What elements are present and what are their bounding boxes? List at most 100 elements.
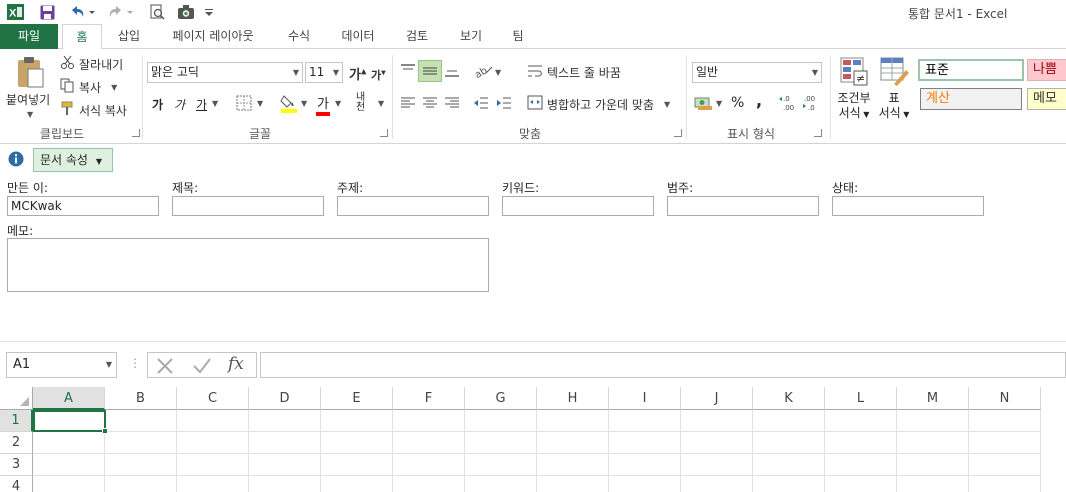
column-header[interactable]: L [825, 387, 897, 410]
decrease-decimal-icon[interactable]: .00.0 [802, 93, 822, 114]
subject-field[interactable] [337, 196, 489, 216]
tab-insert[interactable]: 삽입 [106, 24, 152, 49]
column-header[interactable]: F [393, 387, 465, 410]
grid-cell[interactable] [465, 432, 537, 454]
borders-dropdown-icon[interactable]: ▼ [257, 99, 263, 108]
shrink-font-icon[interactable]: 가▼ [371, 67, 386, 83]
grid-cell[interactable] [465, 410, 537, 432]
column-header[interactable]: N [969, 387, 1041, 410]
grid-cell[interactable] [681, 410, 753, 432]
tab-team[interactable]: 팀 [500, 24, 536, 49]
format-as-table-icon[interactable] [880, 57, 910, 90]
grid-cell[interactable] [609, 476, 681, 492]
customize-icon[interactable] [203, 3, 215, 21]
grid-cell[interactable] [465, 454, 537, 476]
column-header[interactable]: E [321, 387, 393, 410]
grid-cell[interactable] [321, 410, 393, 432]
title-field[interactable] [172, 196, 324, 216]
format-as-table-button[interactable]: 표 서식 ▼ [876, 91, 912, 122]
grid-cell[interactable] [105, 410, 177, 432]
tab-review[interactable]: 검토 [394, 24, 440, 49]
active-cell-selection[interactable] [33, 410, 108, 434]
grid-cell[interactable] [897, 476, 969, 492]
grid-cell[interactable] [393, 476, 465, 492]
fill-handle[interactable] [102, 428, 108, 434]
wrap-text-button[interactable]: 텍스트 줄 바꿈 [527, 63, 621, 81]
fill-color-icon[interactable] [280, 93, 298, 116]
underline-dropdown-icon[interactable]: ▼ [212, 99, 218, 108]
style-bad[interactable]: 나쁨 [1027, 59, 1066, 81]
align-right-icon[interactable] [444, 96, 460, 113]
cut-button[interactable]: 잘라내기 [60, 55, 123, 73]
grid-cell[interactable] [321, 476, 393, 492]
column-header[interactable]: J [681, 387, 753, 410]
grid-cell[interactable] [33, 476, 105, 492]
underline-button[interactable]: 가 [196, 96, 207, 113]
grid-cell[interactable] [177, 476, 249, 492]
enter-check-icon[interactable] [192, 357, 212, 378]
grid-cell[interactable] [681, 454, 753, 476]
align-middle-icon[interactable] [418, 60, 442, 82]
italic-button[interactable]: 가 [174, 96, 185, 113]
paste-button[interactable]: 붙여넣기 [6, 91, 50, 108]
tab-file[interactable]: 파일 [0, 24, 58, 49]
formula-bar-splitter-icon[interactable]: ⋮ [129, 356, 141, 370]
tab-home[interactable]: 홈 [62, 24, 102, 50]
font-color-dropdown-icon[interactable]: ▼ [335, 99, 341, 108]
accounting-format-icon[interactable] [694, 95, 714, 114]
column-header[interactable]: M [897, 387, 969, 410]
column-header[interactable]: I [609, 387, 681, 410]
grid-cell[interactable] [969, 454, 1041, 476]
grid-cell[interactable] [825, 476, 897, 492]
grid-cell[interactable] [393, 410, 465, 432]
tab-page-layout[interactable]: 페이지 레이아웃 [160, 24, 266, 49]
grid-cell[interactable] [825, 454, 897, 476]
grid-cell[interactable] [969, 410, 1041, 432]
font-size-combo[interactable]: 11 ▼ [305, 62, 343, 83]
clipboard-launcher-icon[interactable] [132, 129, 140, 137]
grid-cell[interactable] [753, 432, 825, 454]
font-launcher-icon[interactable] [380, 129, 388, 137]
row-header[interactable]: 3 [0, 454, 33, 476]
column-header[interactable]: G [465, 387, 537, 410]
status-field[interactable] [832, 196, 984, 216]
grid-cell[interactable] [393, 432, 465, 454]
row-header[interactable]: 2 [0, 432, 33, 454]
tab-view[interactable]: 보기 [448, 24, 494, 49]
merge-center-button[interactable]: 병합하고 가운데 맞춤 ▼ [527, 95, 670, 113]
author-field[interactable]: MCKwak [7, 196, 159, 216]
orientation-dropdown-icon[interactable]: ▼ [495, 68, 501, 77]
formula-input[interactable] [260, 352, 1066, 378]
grid-cell[interactable] [321, 432, 393, 454]
save-icon[interactable] [38, 3, 56, 21]
row-header[interactable]: 4 [0, 476, 33, 492]
align-bottom-icon[interactable] [444, 65, 460, 82]
grid-cell[interactable] [537, 476, 609, 492]
grid-cell[interactable] [105, 476, 177, 492]
align-center-icon[interactable] [422, 96, 438, 113]
undo-icon[interactable] [68, 3, 98, 21]
insert-function-icon[interactable]: fx [228, 354, 244, 374]
column-header[interactable]: C [177, 387, 249, 410]
grid-cell[interactable] [177, 432, 249, 454]
grid-cell[interactable] [105, 432, 177, 454]
grid-cell[interactable] [753, 410, 825, 432]
percent-style-button[interactable]: % [731, 95, 744, 111]
orientation-icon[interactable]: ab [473, 63, 494, 82]
grid-cell[interactable] [969, 476, 1041, 492]
decrease-indent-icon[interactable] [473, 96, 489, 113]
grid-cell[interactable] [465, 476, 537, 492]
grid-cell[interactable] [249, 432, 321, 454]
comments-field[interactable] [7, 238, 489, 292]
grid-cell[interactable] [609, 410, 681, 432]
grid-cell[interactable] [825, 410, 897, 432]
accounting-dropdown-icon[interactable]: ▼ [716, 99, 722, 108]
camera-icon[interactable] [176, 3, 196, 21]
fill-color-dropdown-icon[interactable]: ▼ [301, 99, 307, 108]
grid-cell[interactable] [897, 410, 969, 432]
grid-cell[interactable] [537, 432, 609, 454]
number-launcher-icon[interactable] [814, 129, 822, 137]
increase-indent-icon[interactable] [496, 96, 512, 113]
tab-data[interactable]: 데이터 [330, 24, 386, 49]
comma-style-button[interactable]: , [756, 91, 762, 110]
